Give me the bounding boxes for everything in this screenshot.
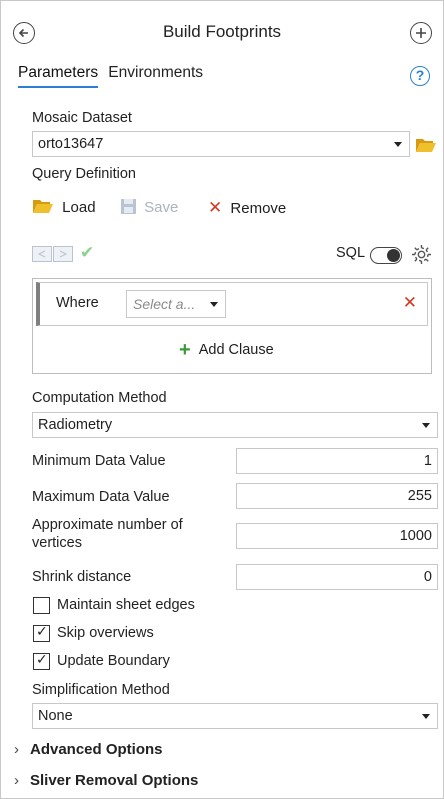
advanced-options-label: Advanced Options	[30, 741, 163, 758]
computation-method-label: Computation Method	[32, 390, 167, 406]
sql-toggle[interactable]	[370, 247, 402, 264]
advanced-options-expander[interactable]: › Advanced Options	[14, 741, 163, 758]
chevron-down-icon	[422, 423, 430, 428]
pane-header: Build Footprints	[0, 0, 444, 60]
checkmark-icon: ✓	[36, 651, 48, 667]
plus-icon	[416, 28, 426, 38]
save-disk-icon	[121, 199, 136, 214]
delete-clause-icon[interactable]: ✕	[403, 293, 417, 313]
chevron-down-icon	[422, 714, 430, 719]
checkmark-icon: ✓	[36, 623, 48, 639]
simplification-method-label: Simplification Method	[32, 682, 170, 698]
skip-overviews-checkbox[interactable]: ✓	[33, 623, 50, 642]
remove-label: Remove	[230, 200, 287, 217]
mosaic-dataset-select[interactable]: orto13647	[32, 131, 410, 157]
chevron-down-icon	[210, 302, 218, 307]
update-boundary-checkbox[interactable]: ✓	[33, 651, 50, 670]
add-clause-button[interactable]: + Add Clause	[179, 339, 274, 362]
approx-vertices-input[interactable]: 1000	[236, 523, 438, 549]
sliver-removal-label: Sliver Removal Options	[30, 772, 199, 789]
validate-check-icon[interactable]: ✔	[80, 243, 94, 263]
where-clause-row: Where Select a... ✕	[36, 282, 428, 326]
simplification-method-select[interactable]: None	[32, 703, 438, 729]
query-definition-label: Query Definition	[32, 166, 136, 182]
clause-mode-icon[interactable]	[32, 246, 74, 263]
mosaic-dataset-label: Mosaic Dataset	[32, 110, 132, 126]
save-button[interactable]: Save	[120, 198, 178, 216]
max-data-input[interactable]: 255	[236, 483, 438, 509]
field-select[interactable]: Select a...	[126, 290, 226, 318]
approx-vertices-label-line1: Approximate number of	[32, 517, 183, 533]
toggle-knob	[387, 249, 400, 262]
min-data-input[interactable]: 1	[236, 448, 438, 474]
skip-overviews-label: Skip overviews	[57, 625, 154, 641]
where-label: Where	[56, 295, 99, 311]
simplification-method-value: None	[38, 708, 73, 724]
remove-button[interactable]: ✕ Remove	[208, 198, 286, 218]
sliver-removal-expander[interactable]: › Sliver Removal Options	[14, 772, 198, 789]
tab-parameters[interactable]: Parameters	[18, 64, 99, 88]
update-boundary-label: Update Boundary	[57, 653, 170, 669]
min-data-label: Minimum Data Value	[32, 453, 166, 469]
max-data-label: Maximum Data Value	[32, 489, 170, 505]
mosaic-dataset-value: orto13647	[38, 136, 104, 152]
maintain-sheet-edges-checkbox[interactable]	[33, 597, 50, 614]
shrink-distance-input[interactable]: 0	[236, 564, 438, 590]
plus-icon: +	[179, 339, 191, 361]
load-button[interactable]: Load	[32, 198, 96, 216]
tool-title: Build Footprints	[162, 22, 282, 41]
sql-label: SQL	[336, 245, 366, 261]
save-label: Save	[144, 199, 179, 216]
approx-vertices-label-line2: vertices	[32, 535, 82, 551]
load-label: Load	[62, 199, 96, 216]
computation-method-select[interactable]: Radiometry	[32, 412, 438, 438]
folder-open-icon	[33, 200, 53, 213]
chevron-right-icon: ›	[14, 741, 19, 758]
maintain-sheet-edges-label: Maintain sheet edges	[57, 597, 195, 613]
gear-icon[interactable]	[411, 244, 432, 265]
field-select-placeholder: Select a...	[133, 296, 196, 312]
approx-vertices-label: Approximate number of vertices	[32, 516, 183, 552]
tab-bar: Parameters Environments	[18, 64, 209, 92]
shrink-distance-label: Shrink distance	[32, 569, 132, 585]
chevron-down-icon	[394, 142, 402, 147]
tab-environments[interactable]: Environments	[108, 64, 203, 86]
computation-method-value: Radiometry	[38, 417, 113, 433]
add-clause-label: Add Clause	[198, 342, 274, 358]
add-button[interactable]	[410, 22, 432, 44]
remove-x-icon: ✕	[208, 198, 223, 217]
chevron-right-icon: ›	[14, 772, 19, 789]
help-icon[interactable]: ?	[410, 66, 430, 86]
query-clause-box: Where Select a... ✕ + Add Clause	[32, 278, 432, 374]
folder-open-icon[interactable]	[415, 136, 437, 153]
